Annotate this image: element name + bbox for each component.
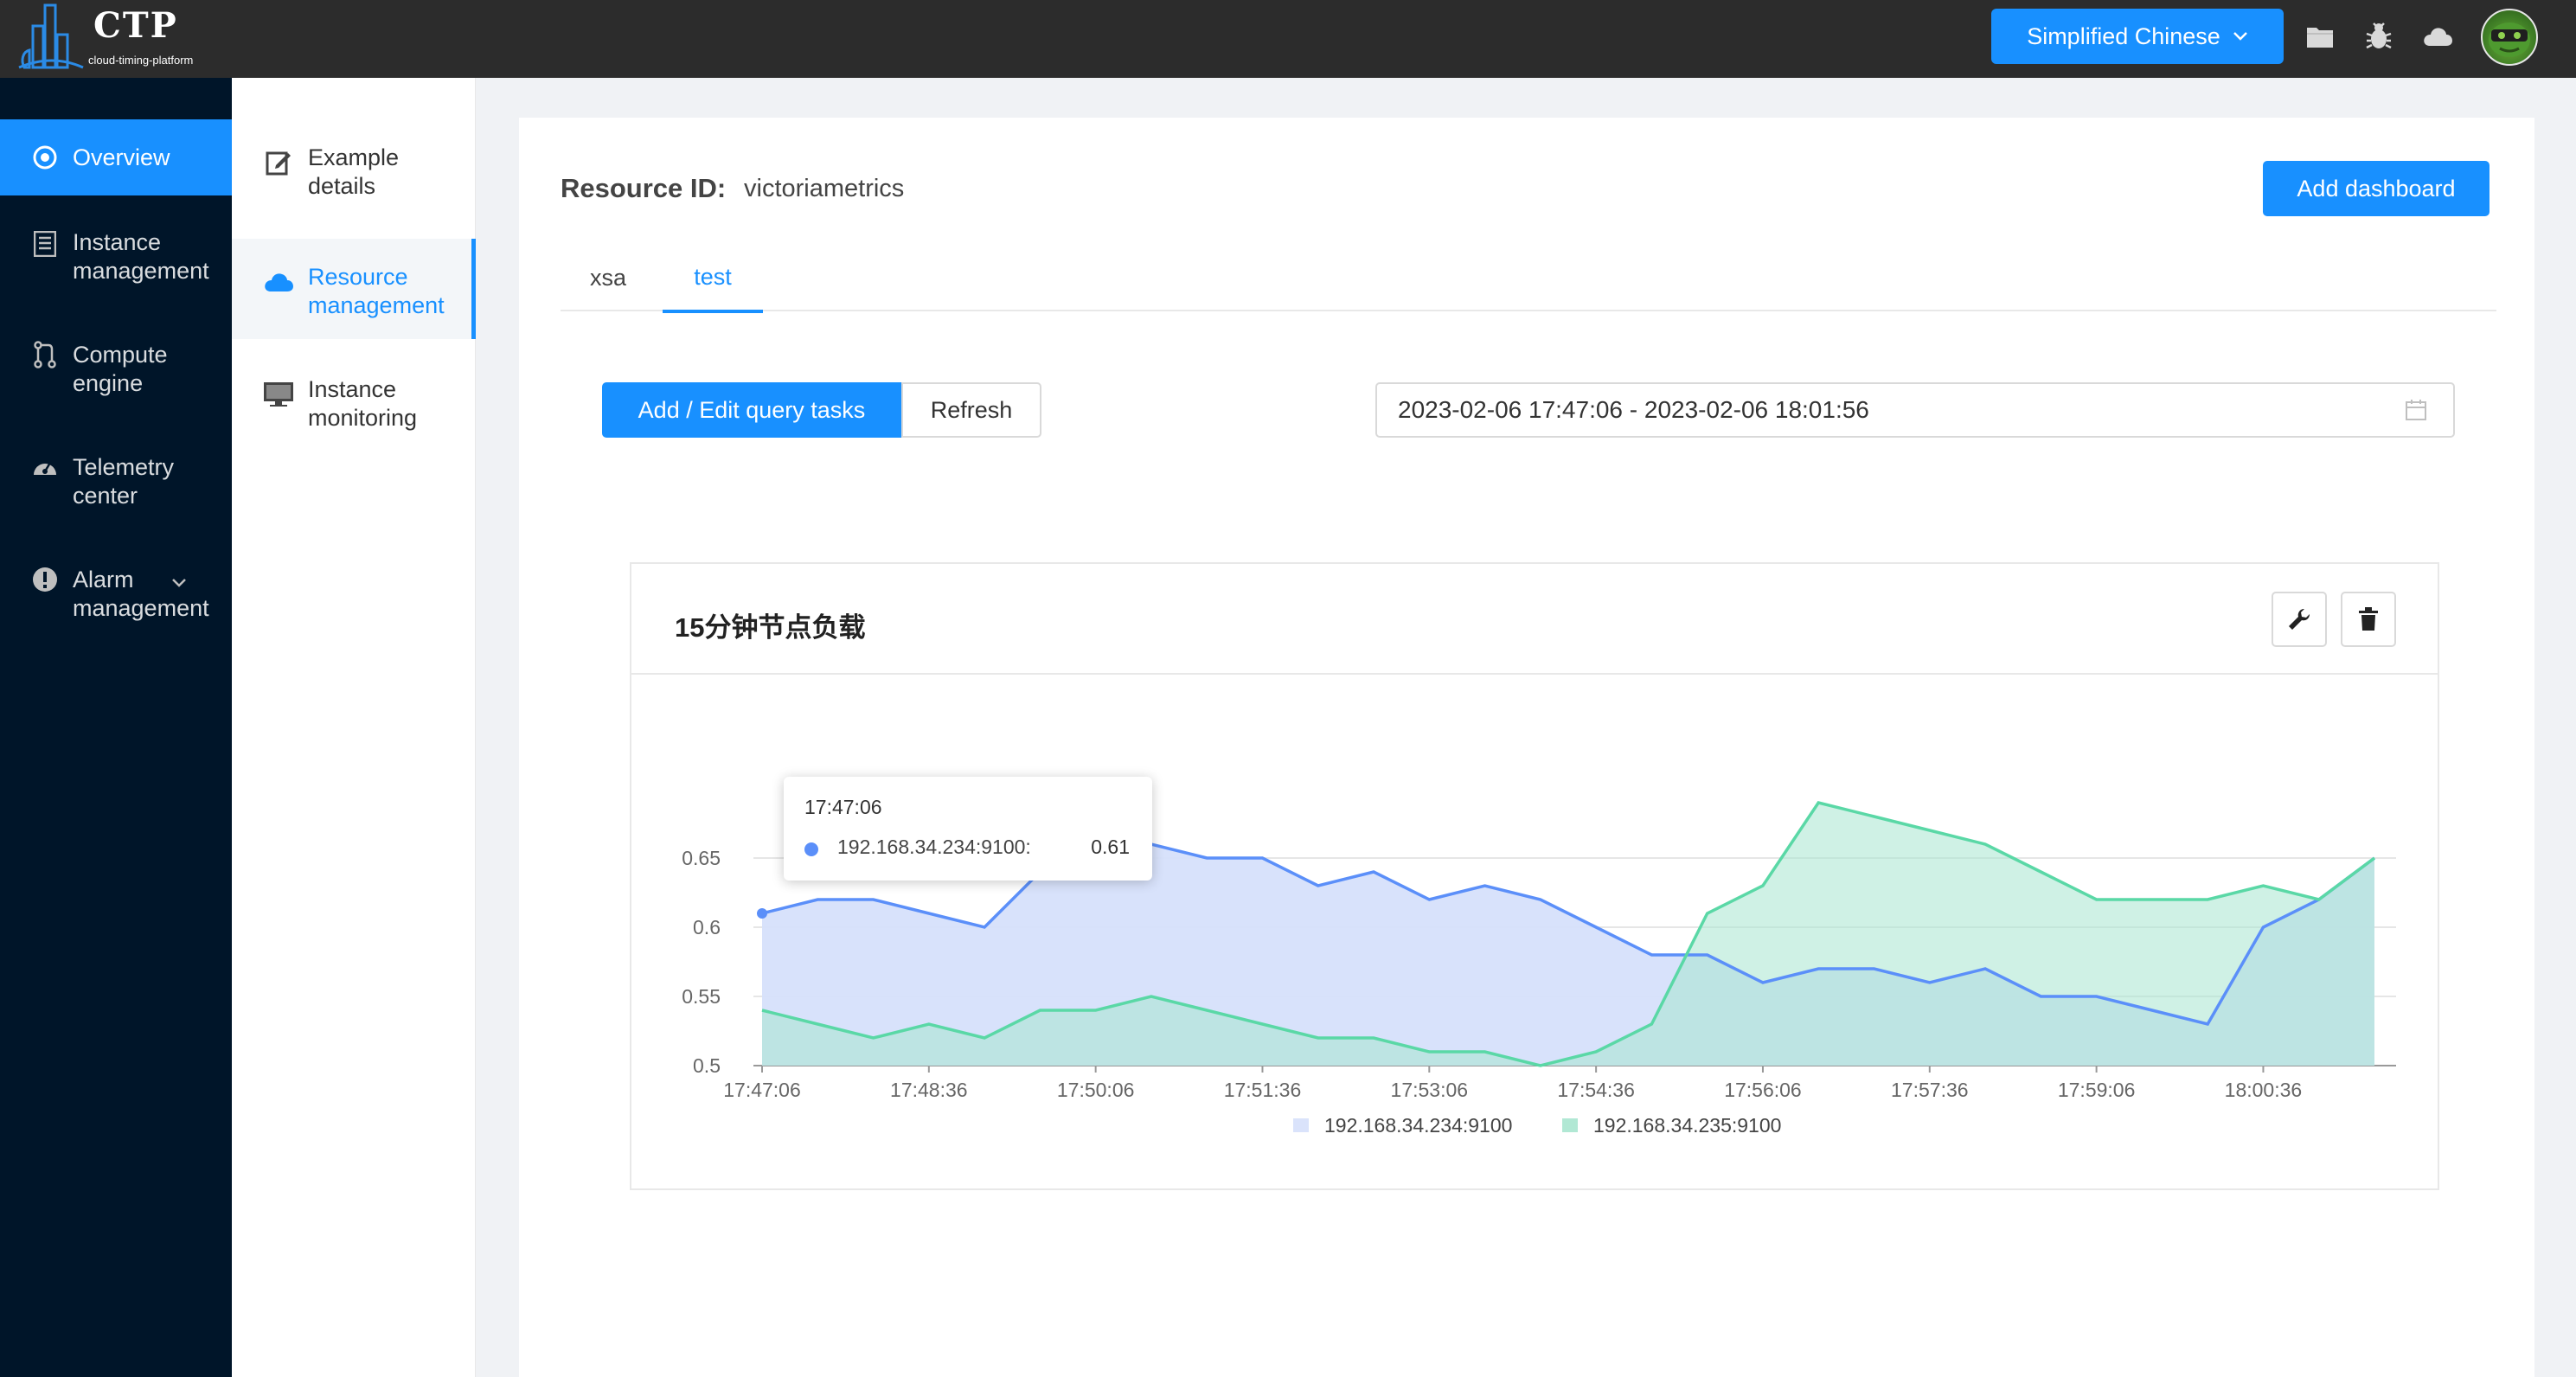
tooltip-time: 17:47:06: [804, 796, 882, 818]
legend-label: 192.168.34.234:9100: [1324, 1114, 1512, 1137]
tooltip-series-name: 192.168.34.234:9100:: [837, 836, 1031, 858]
y-tick-label: 0.55: [682, 985, 721, 1008]
x-tick-label: 17:56:06: [1724, 1079, 1802, 1101]
x-tick-label: 17:50:06: [1057, 1079, 1135, 1101]
legend-label: 192.168.34.235:9100: [1593, 1114, 1781, 1137]
x-tick-label: 17:54:36: [1557, 1079, 1635, 1101]
x-tick-label: 18:00:36: [2225, 1079, 2303, 1101]
x-tick-label: 17:48:36: [890, 1079, 968, 1101]
x-tick-label: 17:59:06: [2058, 1079, 2136, 1101]
load-chart[interactable]: 0.5 0.55 0.6 0.65 17:47:06 17:48:36 17:50:06 17…: [0, 0, 2576, 1377]
y-tick-label: 0.6: [693, 916, 721, 938]
y-tick-label: 0.5: [693, 1054, 721, 1077]
x-tick-label: 17:57:36: [1891, 1079, 1969, 1101]
x-tick-label: 17:51:36: [1224, 1079, 1302, 1101]
x-tick-label: 17:53:06: [1391, 1079, 1469, 1101]
tooltip-series-dot: [804, 842, 818, 856]
x-tick-label: 17:47:06: [723, 1079, 801, 1101]
chart-tooltip: 17:47:06 192.168.34.234:9100: 0.61: [784, 777, 1152, 881]
tooltip-value: 0.61: [1091, 836, 1130, 858]
legend-swatch: [1562, 1118, 1578, 1132]
y-tick-label: 0.65: [682, 847, 721, 869]
legend-swatch: [1293, 1118, 1309, 1132]
hover-point: [757, 908, 767, 919]
